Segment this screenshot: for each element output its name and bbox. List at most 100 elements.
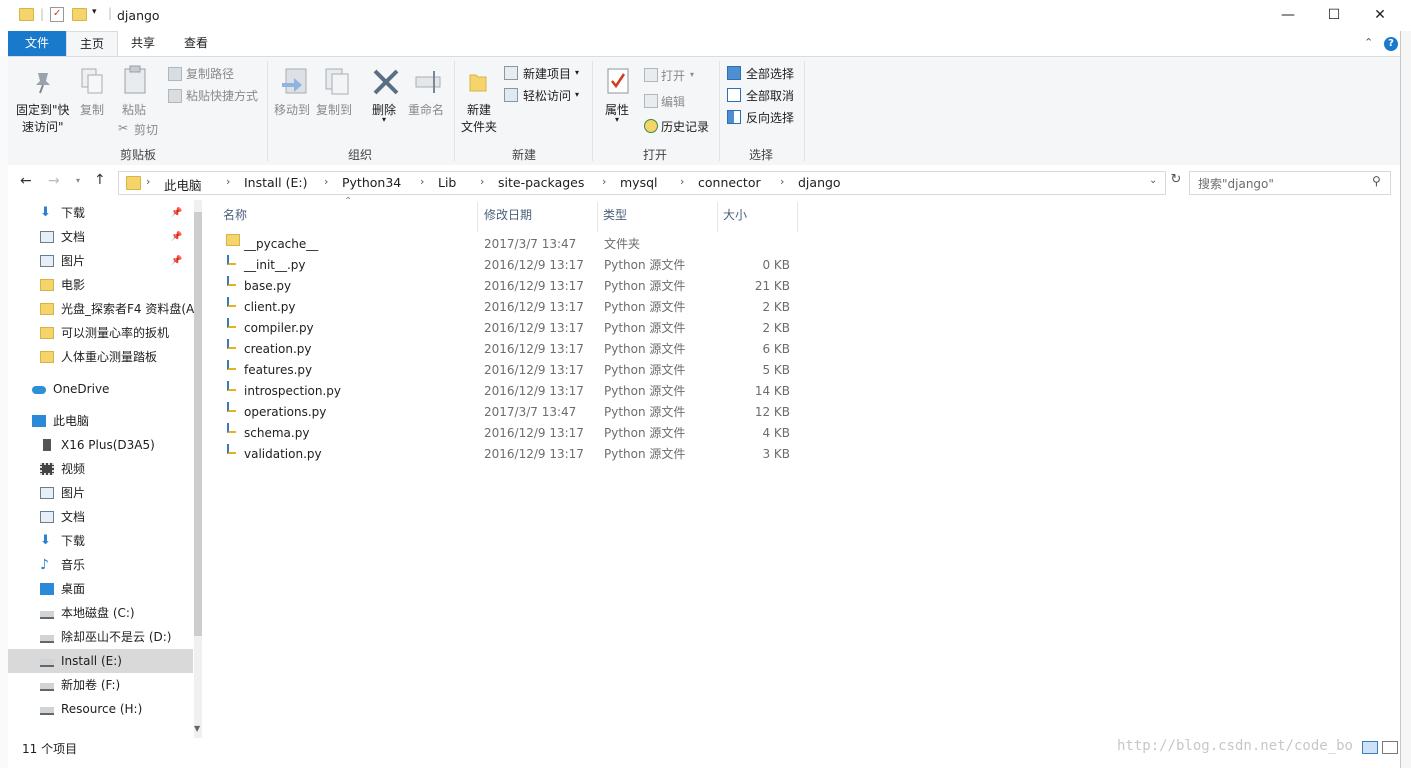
- file-row[interactable]: validation.py 2016/12/9 13:17 Python 源文件 3 …: [210, 444, 800, 465]
- nav-item[interactable]: Resource (H:): [8, 697, 193, 721]
- nav-item[interactable]: 图片: [8, 481, 193, 505]
- new-item-dropdown-icon[interactable]: ▾: [575, 68, 579, 77]
- pin-icon[interactable]: 📌: [171, 225, 182, 249]
- breadcrumb-item[interactable]: 此电脑: [164, 175, 202, 194]
- breadcrumb-chevron-icon[interactable]: ›: [680, 175, 684, 188]
- nav-item[interactable]: 视频: [8, 457, 193, 481]
- column-divider[interactable]: [797, 202, 798, 232]
- properties-dropdown-icon[interactable]: ▾: [615, 115, 619, 124]
- move-to-button[interactable]: 移动到: [274, 101, 310, 118]
- file-row[interactable]: introspection.py 2016/12/9 13:17 Python 源文…: [210, 381, 800, 402]
- file-row[interactable]: base.py 2016/12/9 13:17 Python 源文件 21 KB: [210, 276, 800, 297]
- breadcrumb-item[interactable]: django: [798, 175, 841, 190]
- properties-quick-icon[interactable]: ✓: [50, 7, 64, 22]
- delete-dropdown-icon[interactable]: ▾: [382, 115, 386, 124]
- file-row[interactable]: schema.py 2016/12/9 13:17 Python 源文件 4 KB: [210, 423, 800, 444]
- nav-item[interactable]: ⬇ 下载: [8, 529, 193, 553]
- up-arrow-icon[interactable]: ↑: [94, 172, 106, 188]
- tab-share[interactable]: 共享: [120, 31, 166, 56]
- breadcrumb-item[interactable]: Install (E:): [244, 175, 307, 190]
- quick-access-dropdown-icon[interactable]: ▾: [92, 7, 97, 17]
- new-folder-button[interactable]: 新建: [467, 101, 491, 118]
- column-header-type[interactable]: 类型: [603, 206, 627, 223]
- address-bar[interactable]: › 此电脑 › Install (E:) › Python34 › Lib › site-pack…: [118, 171, 1166, 195]
- scroll-down-icon[interactable]: ▼: [194, 724, 200, 733]
- nav-item[interactable]: 文档 📌: [8, 225, 193, 249]
- nav-item[interactable]: 光盘_探索者F4 资料盘(A: [8, 297, 194, 321]
- nav-item[interactable]: 图片 📌: [8, 249, 193, 273]
- file-row[interactable]: features.py 2016/12/9 13:17 Python 源文件 5 KB: [210, 360, 800, 381]
- large-icons-view-icon[interactable]: [1382, 741, 1398, 754]
- column-header-name[interactable]: 名称: [223, 206, 247, 223]
- column-header-size[interactable]: 大小: [723, 206, 747, 223]
- maximize-button[interactable]: ☐: [1311, 0, 1357, 30]
- pin-icon[interactable]: 📌: [171, 201, 182, 225]
- file-row[interactable]: __pycache__ 2017/3/7 13:47 文件夹: [210, 234, 800, 255]
- nav-item[interactable]: 电影: [8, 273, 193, 297]
- breadcrumb-item[interactable]: site-packages: [498, 175, 584, 190]
- cut-button[interactable]: 剪切: [134, 121, 158, 138]
- breadcrumb-chevron-icon[interactable]: ›: [780, 175, 784, 188]
- paste-shortcut-button[interactable]: 粘贴快捷方式: [186, 87, 258, 104]
- refresh-icon[interactable]: ↻: [1166, 172, 1186, 194]
- help-icon[interactable]: ?: [1384, 37, 1398, 51]
- nav-item[interactable]: 桌面: [8, 577, 193, 601]
- nav-item[interactable]: ⬇ 下载 📌: [8, 201, 193, 225]
- search-icon[interactable]: ⚲: [1372, 174, 1381, 188]
- recent-locations-icon[interactable]: ▾: [76, 176, 80, 185]
- nav-item[interactable]: X16 Plus(D3A5): [8, 433, 193, 457]
- breadcrumb-item[interactable]: connector: [698, 175, 761, 190]
- tab-home[interactable]: 主页: [66, 31, 118, 57]
- column-divider[interactable]: [477, 202, 478, 232]
- new-folder-quick-icon[interactable]: [72, 8, 87, 21]
- breadcrumb-chevron-icon[interactable]: ›: [146, 175, 150, 188]
- breadcrumb-item[interactable]: Python34: [342, 175, 401, 190]
- nav-item[interactable]: 文档: [8, 505, 193, 529]
- copy-to-button[interactable]: 复制到: [316, 101, 352, 118]
- nav-item[interactable]: ♪ 音乐: [8, 553, 193, 577]
- easy-access-dropdown-icon[interactable]: ▾: [575, 90, 579, 99]
- breadcrumb-chevron-icon[interactable]: ›: [480, 175, 484, 188]
- tab-view[interactable]: 查看: [172, 31, 220, 56]
- invert-selection-button[interactable]: 反向选择: [746, 109, 794, 126]
- address-dropdown-icon[interactable]: ⌄: [1149, 175, 1157, 186]
- nav-item[interactable]: 除却巫山不是云 (D:): [8, 625, 193, 649]
- column-divider[interactable]: [717, 202, 718, 232]
- edit-button[interactable]: 编辑: [661, 93, 685, 110]
- history-button[interactable]: 历史记录: [661, 118, 709, 135]
- nav-item[interactable]: 此电脑: [8, 409, 193, 433]
- file-row[interactable]: __init__.py 2016/12/9 13:17 Python 源文件 0 KB: [210, 255, 800, 276]
- forward-arrow-icon[interactable]: →: [48, 173, 60, 189]
- nav-item[interactable]: 本地磁盘 (C:): [8, 601, 193, 625]
- breadcrumb-chevron-icon[interactable]: ›: [226, 175, 230, 188]
- column-header-date[interactable]: 修改日期: [484, 206, 532, 223]
- breadcrumb-chevron-icon[interactable]: ›: [602, 175, 606, 188]
- rename-button[interactable]: 重命名: [408, 101, 444, 118]
- file-row[interactable]: client.py 2016/12/9 13:17 Python 源文件 2 KB: [210, 297, 800, 318]
- nav-item[interactable]: 可以测量心率的扳机: [8, 321, 193, 345]
- copy-button[interactable]: 复制: [80, 101, 104, 118]
- breadcrumb-item[interactable]: Lib: [438, 175, 456, 190]
- file-row[interactable]: creation.py 2016/12/9 13:17 Python 源文件 6 KB: [210, 339, 800, 360]
- nav-item[interactable]: 新加卷 (F:): [8, 673, 193, 697]
- nav-item[interactable]: 人体重心测量踏板: [8, 345, 193, 369]
- collapse-ribbon-icon[interactable]: ⌃: [1364, 36, 1373, 49]
- new-item-button[interactable]: 新建项目: [523, 65, 571, 82]
- nav-scrollbar-thumb[interactable]: [194, 212, 202, 636]
- copy-path-button[interactable]: 复制路径: [186, 65, 234, 82]
- easy-access-button[interactable]: 轻松访问: [523, 87, 571, 104]
- back-arrow-icon[interactable]: ←: [20, 173, 32, 189]
- open-dropdown-icon[interactable]: ▾: [690, 70, 694, 79]
- search-input[interactable]: 搜索"django": [1198, 175, 1274, 192]
- file-row[interactable]: operations.py 2017/3/7 13:47 Python 源文件 12 …: [210, 402, 800, 423]
- new-folder-button-line2[interactable]: 文件夹: [461, 118, 497, 135]
- pin-icon[interactable]: 📌: [171, 249, 182, 273]
- nav-item[interactable]: Install (E:): [8, 649, 193, 673]
- breadcrumb-item[interactable]: mysql: [620, 175, 658, 190]
- select-all-button[interactable]: 全部选择: [746, 65, 794, 82]
- minimize-button[interactable]: —: [1265, 0, 1311, 30]
- paste-button[interactable]: 粘贴: [122, 101, 146, 118]
- breadcrumb-chevron-icon[interactable]: ›: [420, 175, 424, 188]
- file-row[interactable]: compiler.py 2016/12/9 13:17 Python 源文件 2 KB: [210, 318, 800, 339]
- pin-quick-access-button[interactable]: 固定到"快: [16, 101, 70, 118]
